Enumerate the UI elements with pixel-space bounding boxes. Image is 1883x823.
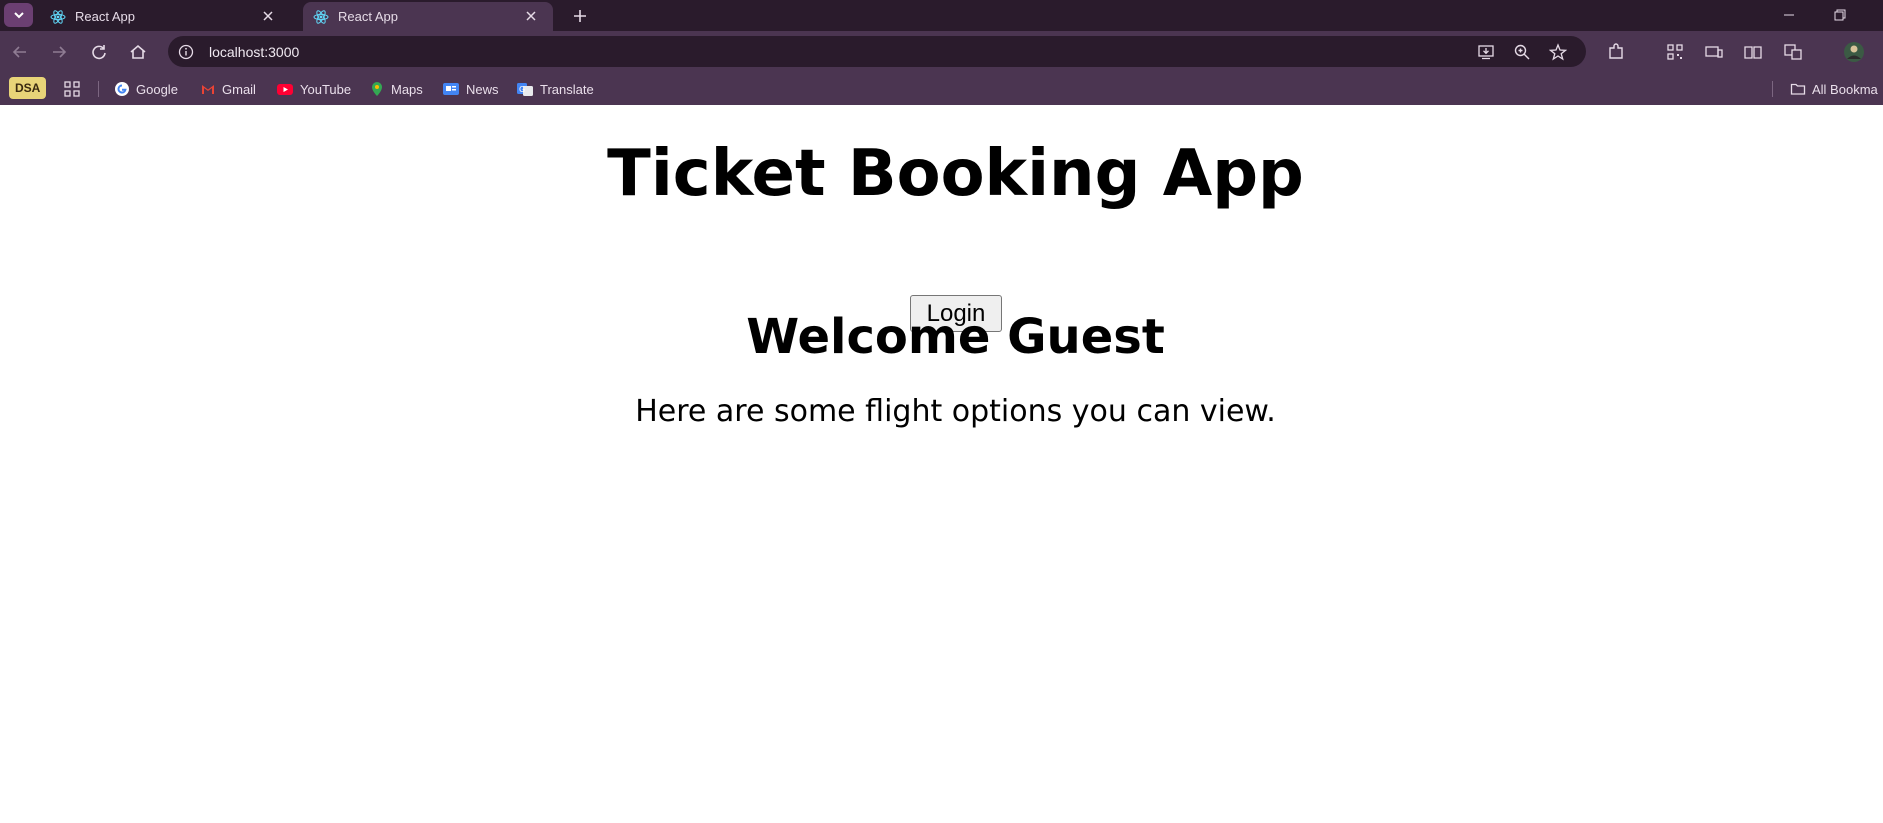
bookmark-maps[interactable]: Maps xyxy=(369,78,423,100)
tab-strip: React App React App xyxy=(0,0,1883,31)
bookmark-label: Gmail xyxy=(222,81,256,97)
site-info-icon[interactable] xyxy=(178,44,194,60)
extensions-icon[interactable] xyxy=(1606,42,1626,62)
translate-icon: G xyxy=(517,83,533,96)
svg-text:G: G xyxy=(519,85,525,94)
welcome-heading: Welcome Guest xyxy=(746,309,1165,365)
tab-react-app-2[interactable]: React App xyxy=(303,2,553,31)
youtube-icon xyxy=(277,84,293,95)
chevron-down-icon xyxy=(13,12,24,19)
react-icon xyxy=(50,10,66,24)
news-icon xyxy=(443,83,459,95)
restore-icon[interactable] xyxy=(1830,5,1850,25)
star-icon[interactable] xyxy=(1549,43,1567,61)
bookmark-label: Google xyxy=(136,81,178,97)
react-icon xyxy=(313,10,329,24)
apps-grid-icon[interactable] xyxy=(64,81,80,97)
flight-options-text: Here are some flight options you can vie… xyxy=(635,394,1276,429)
home-icon[interactable] xyxy=(127,41,149,63)
google-icon xyxy=(115,82,129,96)
gmail-icon xyxy=(202,85,214,94)
bookmark-news[interactable]: News xyxy=(442,78,499,100)
bookmark-label: Maps xyxy=(391,81,423,97)
bookmark-separator xyxy=(1772,81,1773,97)
page-viewport: Ticket Booking App Login Welcome Guest H… xyxy=(0,105,1883,823)
bookmark-dsa[interactable]: DSA xyxy=(9,77,47,99)
bookmark-translate[interactable]: G Translate xyxy=(516,78,594,100)
bookmark-separator xyxy=(98,81,99,97)
bookmark-label: All Bookma xyxy=(1812,81,1878,97)
bookmark-google[interactable]: Google xyxy=(114,78,178,100)
reading-mode-icon[interactable] xyxy=(1743,42,1763,62)
forward-arrow-icon[interactable] xyxy=(48,41,70,63)
bookmark-label: Translate xyxy=(540,81,594,97)
tab-react-app-1[interactable]: React App xyxy=(40,2,290,31)
zoom-icon[interactable] xyxy=(1513,43,1531,61)
folder-icon xyxy=(1790,83,1806,95)
page-title: Ticket Booking App xyxy=(607,137,1304,211)
bookmark-youtube[interactable]: YouTube xyxy=(276,78,351,100)
url-text: localhost:3000 xyxy=(209,44,300,60)
all-bookmarks-folder[interactable]: All Bookma xyxy=(1790,78,1878,100)
profile-avatar-icon[interactable] xyxy=(1843,41,1865,63)
bookmarks-bar: DSA Google Gmail YouTube Maps News G Tra… xyxy=(0,72,1883,105)
device-icon[interactable] xyxy=(1704,42,1724,62)
translate-page-icon[interactable] xyxy=(1783,42,1803,62)
back-arrow-icon[interactable] xyxy=(9,41,31,63)
reload-icon[interactable] xyxy=(88,41,110,63)
bookmark-label: News xyxy=(466,81,499,97)
bookmark-gmail[interactable]: Gmail xyxy=(200,78,256,100)
close-icon[interactable] xyxy=(260,8,276,24)
address-bar[interactable]: localhost:3000 xyxy=(168,36,1586,67)
close-icon[interactable] xyxy=(523,8,539,24)
install-app-icon[interactable] xyxy=(1477,43,1495,61)
tab-title: React App xyxy=(338,9,398,24)
browser-toolbar: localhost:3000 xyxy=(0,31,1883,72)
tab-title: React App xyxy=(75,9,135,24)
maps-icon xyxy=(372,82,382,96)
qr-code-icon[interactable] xyxy=(1665,42,1685,62)
bookmark-label: YouTube xyxy=(300,81,352,97)
tab-search-button[interactable] xyxy=(4,3,33,27)
new-tab-icon[interactable] xyxy=(570,6,590,26)
minimize-icon[interactable] xyxy=(1779,5,1799,25)
